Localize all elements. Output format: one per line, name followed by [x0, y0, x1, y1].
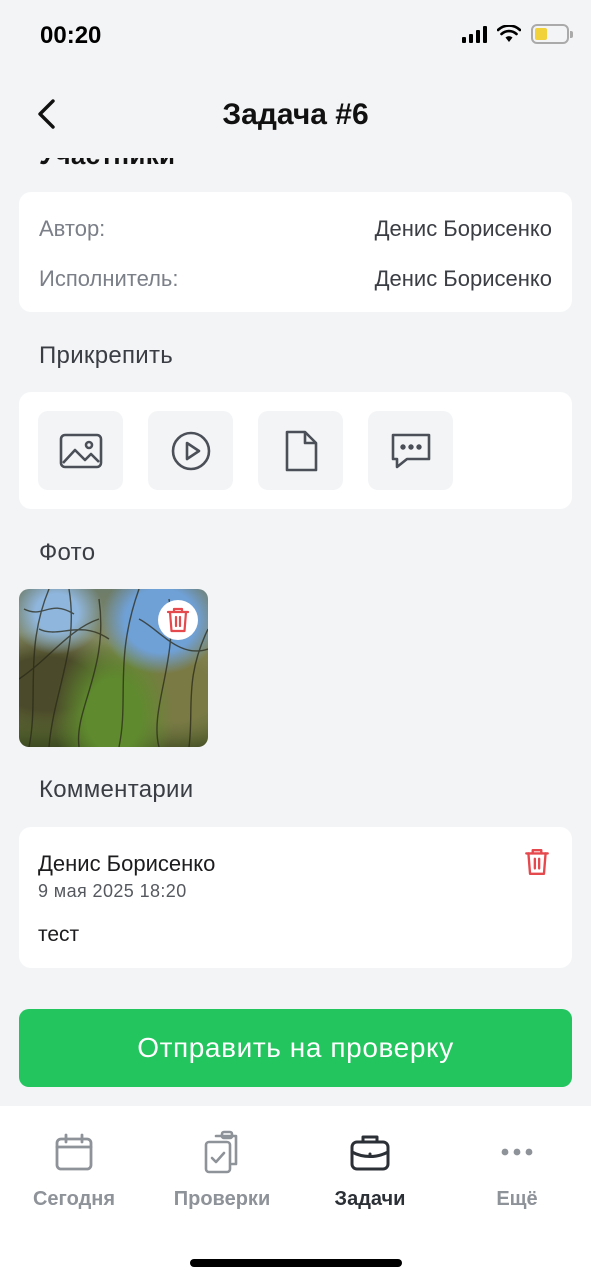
- photo-section-title: Фото: [39, 539, 96, 566]
- tab-more-label: Ещё: [496, 1188, 538, 1210]
- tab-today-label: Сегодня: [32, 1188, 116, 1210]
- attach-video-button[interactable]: [148, 411, 233, 490]
- video-play-icon: [171, 431, 210, 470]
- calendar-icon: [55, 1133, 93, 1171]
- attach-section-title: Прикрепить: [39, 342, 174, 369]
- attach-card: [19, 392, 572, 509]
- image-icon: [59, 433, 102, 468]
- cellular-signal-icon: [462, 25, 487, 43]
- attach-document-button[interactable]: [258, 411, 343, 490]
- executor-label: Исполнитель:: [39, 266, 179, 291]
- more-dots-icon: [501, 1148, 533, 1156]
- status-bar: 00:20: [0, 0, 591, 72]
- tab-tasks-label: Задачи: [334, 1188, 406, 1210]
- tab-more[interactable]: Ещё: [443, 1128, 591, 1211]
- status-time: 00:20: [40, 22, 102, 49]
- tab-today[interactable]: Сегодня: [0, 1128, 148, 1211]
- submit-for-review-button[interactable]: Отправить на проверку: [19, 1009, 572, 1087]
- participants-card: Автор: Денис Борисенко Исполнитель: Дени…: [19, 192, 572, 312]
- navigation-bar: Задача #6: [0, 72, 591, 158]
- delete-comment-button[interactable]: [524, 847, 550, 882]
- comment-date: 9 мая 2025 18:20: [38, 881, 187, 901]
- attach-comment-button[interactable]: [368, 411, 453, 490]
- tab-bar: Сегодня Проверки Задачи Ещё: [0, 1106, 591, 1280]
- tab-reviews-label: Проверки: [173, 1188, 271, 1210]
- home-indicator: [190, 1259, 402, 1267]
- briefcase-icon: [350, 1135, 390, 1171]
- author-label: Автор:: [39, 216, 106, 241]
- clipboard-check-icon: [204, 1130, 238, 1174]
- comment-text: тест: [38, 923, 80, 946]
- status-icons: [462, 24, 573, 44]
- author-value: Денис Борисенко: [374, 216, 552, 241]
- trash-icon: [166, 607, 190, 633]
- page-title: Задача #6: [222, 98, 369, 131]
- comment-card: Денис Борисенко 9 мая 2025 18:20 тест: [19, 827, 572, 968]
- comments-section-title: Комментарии: [39, 776, 194, 803]
- trash-icon: [525, 849, 549, 875]
- comment-author: Денис Борисенко: [38, 851, 216, 876]
- author-row: Автор: Денис Борисенко: [39, 216, 552, 242]
- comment-icon: [391, 433, 430, 468]
- document-icon: [285, 430, 317, 471]
- tab-reviews[interactable]: Проверки: [148, 1128, 296, 1211]
- wifi-icon: [497, 25, 521, 42]
- executor-row: Исполнитель: Денис Борисенко: [39, 266, 552, 292]
- attach-image-button[interactable]: [38, 411, 123, 490]
- tab-tasks[interactable]: Задачи: [296, 1128, 444, 1211]
- delete-photo-button[interactable]: [158, 600, 198, 640]
- executor-value: Денис Борисенко: [374, 266, 552, 291]
- battery-icon: [531, 24, 573, 44]
